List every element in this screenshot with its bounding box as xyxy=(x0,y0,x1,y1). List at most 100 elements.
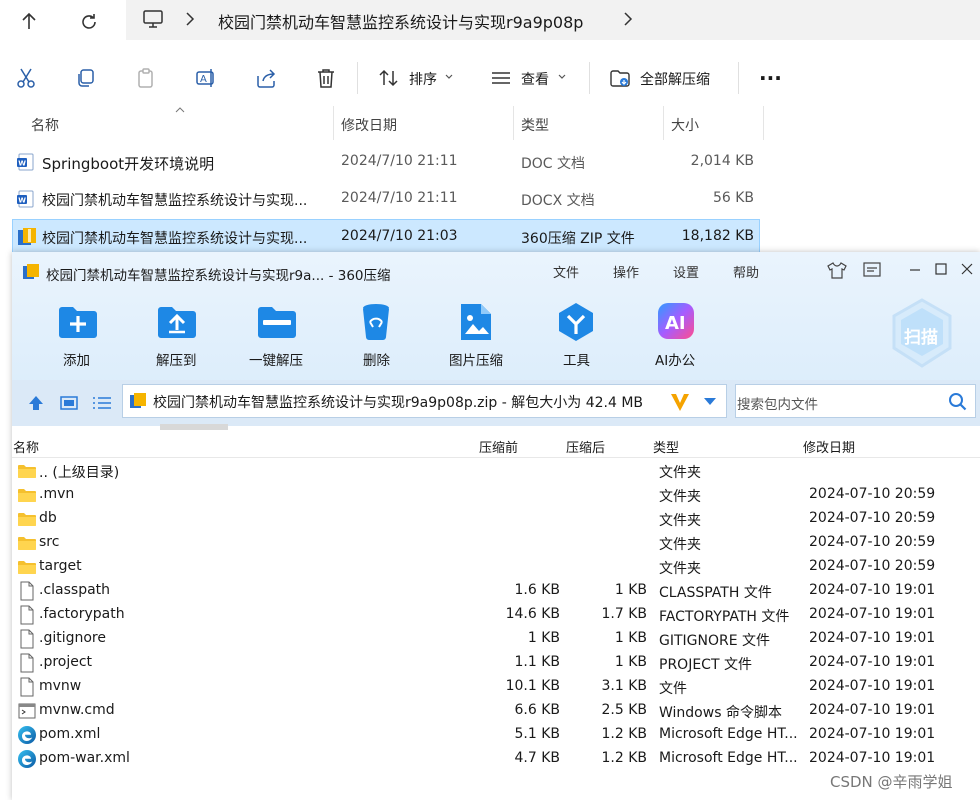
sort-button[interactable]: 排序 xyxy=(409,69,437,89)
menu-file[interactable]: 文件 xyxy=(553,262,579,281)
column-header-type[interactable]: 类型 xyxy=(521,115,549,135)
column-header-name[interactable]: 名称 xyxy=(13,437,39,456)
chevron-down-icon[interactable] xyxy=(444,72,454,82)
column-header-date[interactable]: 修改日期 xyxy=(341,115,397,135)
share-icon[interactable] xyxy=(255,67,277,89)
extract-to-icon[interactable] xyxy=(155,300,199,344)
one-click-extract-icon[interactable] xyxy=(255,300,299,344)
tools-icon[interactable] xyxy=(554,300,598,344)
entry-name: mvnw.cmd xyxy=(39,702,115,718)
chevron-right-icon[interactable] xyxy=(622,10,634,28)
breadcrumb-folder[interactable]: 校园门禁机动车智慧监控系统设计与实现r9a9p08p xyxy=(218,9,583,33)
archive-row[interactable]: mvnw.cmd 6.6 KB 2.5 KB Windows 命令脚本 2024-07-… xyxy=(12,699,980,723)
file-date: 2024/7/10 21:11 xyxy=(341,190,458,206)
archive-row[interactable]: .gitignore 1 KB 1 KB GITIGNORE 文件 2024-07-10… xyxy=(12,627,980,651)
column-divider[interactable] xyxy=(513,106,514,140)
file-name: 校园门禁机动车智慧监控系统设计与实现... xyxy=(42,231,308,247)
menu-settings[interactable]: 设置 xyxy=(673,262,699,281)
ai-office-icon[interactable]: AI xyxy=(654,300,698,344)
sort-icon[interactable] xyxy=(378,67,400,89)
file-size: 56 KB xyxy=(712,190,754,206)
extract-to-button[interactable]: 解压到 xyxy=(156,349,197,369)
search-field[interactable]: 搜索包内文件 xyxy=(735,384,976,418)
chevron-down-icon[interactable] xyxy=(557,72,567,82)
column-header-compressed-after[interactable]: 压缩后 xyxy=(566,437,605,456)
cut-icon[interactable] xyxy=(15,67,37,89)
minimize-icon[interactable] xyxy=(908,262,922,276)
file-icon xyxy=(17,605,37,625)
horizontal-scroll-thumb[interactable] xyxy=(160,424,228,430)
column-header-type[interactable]: 类型 xyxy=(653,437,679,456)
close-icon[interactable] xyxy=(960,262,974,276)
archive-row[interactable]: pom.xml 5.1 KB 1.2 KB Microsoft Edge HT... 2… xyxy=(12,723,980,747)
column-header-size[interactable]: 大小 xyxy=(671,115,699,135)
entry-type: FACTORYPATH 文件 xyxy=(659,609,790,625)
list-view-icon[interactable] xyxy=(92,394,112,412)
app-logo-icon xyxy=(22,263,40,281)
column-header-compressed-before[interactable]: 压缩前 xyxy=(479,437,518,456)
up-arrow-icon[interactable] xyxy=(14,8,44,36)
delete-archive-icon[interactable] xyxy=(354,300,398,344)
scan-shield-icon[interactable]: 扫描 xyxy=(882,294,962,374)
zip-archive-icon xyxy=(17,227,37,247)
feedback-icon[interactable] xyxy=(863,262,881,278)
archive-row[interactable]: src 文件夹 2024-07-10 20:59 xyxy=(12,531,980,555)
view-button[interactable]: 查看 xyxy=(521,69,549,89)
maximize-icon[interactable] xyxy=(934,262,948,276)
delete-icon[interactable] xyxy=(315,67,337,89)
v-logo-icon[interactable] xyxy=(669,391,691,413)
dropdown-triangle-icon[interactable] xyxy=(703,397,717,407)
zip-window-header: 校园门禁机动车智慧监控系统设计与实现r9a... - 360压缩 文件 操作 设… xyxy=(12,252,980,388)
rename-icon[interactable]: A xyxy=(195,67,217,89)
archive-row[interactable]: .factorypath 14.6 KB 1.7 KB FACTORYPATH 文件 2… xyxy=(12,603,980,627)
archive-row[interactable]: db 文件夹 2024-07-10 20:59 xyxy=(12,507,980,531)
archive-path-field[interactable]: 校园门禁机动车智慧监控系统设计与实现r9a9p08p.zip - 解包大小为 4… xyxy=(122,384,727,418)
chevron-right-icon[interactable] xyxy=(184,10,196,28)
column-header-date[interactable]: 修改日期 xyxy=(803,437,855,456)
path-box[interactable]: 校园门禁机动车智慧监控系统设计与实现r9a9p08p xyxy=(126,0,980,40)
column-divider[interactable] xyxy=(663,106,664,140)
add-button[interactable]: 添加 xyxy=(63,349,90,369)
image-compress-button[interactable]: 图片压缩 xyxy=(449,349,503,369)
column-divider[interactable] xyxy=(333,106,334,140)
archive-row[interactable]: .mvn 文件夹 2024-07-10 20:59 xyxy=(12,483,980,507)
archive-row[interactable]: pom-war.xml 4.7 KB 1.2 KB Microsoft Edge HT… xyxy=(12,747,980,771)
delete-button[interactable]: 删除 xyxy=(363,349,390,369)
copy-icon[interactable] xyxy=(75,67,97,89)
more-options-button[interactable]: ... xyxy=(759,61,782,85)
archive-row[interactable]: .project 1.1 KB 1 KB PROJECT 文件 2024-07-10 1… xyxy=(12,651,980,675)
image-compress-icon[interactable] xyxy=(453,300,497,344)
archive-row[interactable]: .classpath 1.6 KB 1 KB CLASSPATH 文件 2024-07-… xyxy=(12,579,980,603)
entry-date: 2024-07-10 20:59 xyxy=(809,558,936,574)
parent-directory-row[interactable]: .. (上级目录) 文件夹 xyxy=(12,459,980,483)
refresh-icon[interactable] xyxy=(74,8,104,36)
file-name: Springboot开发环境说明 xyxy=(42,155,215,173)
skin-icon[interactable] xyxy=(827,261,847,279)
size-after: 3.1 KB xyxy=(601,678,648,694)
size-after: 1 KB xyxy=(614,630,647,646)
file-row[interactable]: W Springboot开发环境说明 2024/7/10 21:11 DOC 文… xyxy=(12,145,760,179)
file-row-selected[interactable]: 校园门禁机动车智慧监控系统设计与实现... 2024/7/10 21:03 36… xyxy=(12,219,760,253)
entry-date: 2024-07-10 19:01 xyxy=(809,702,936,718)
entry-date: 2024-07-10 19:01 xyxy=(809,678,936,694)
archive-row[interactable]: target 文件夹 2024-07-10 20:59 xyxy=(12,555,980,579)
menu-help[interactable]: 帮助 xyxy=(733,262,759,281)
entry-type: 文件夹 xyxy=(659,513,701,529)
up-level-icon[interactable] xyxy=(27,394,45,412)
extract-all-icon[interactable] xyxy=(609,67,631,89)
column-divider[interactable] xyxy=(763,106,764,140)
view-icon[interactable] xyxy=(490,67,512,89)
column-header-name[interactable]: 名称 xyxy=(31,115,59,135)
thumbnail-view-icon[interactable] xyxy=(60,394,78,412)
paste-icon[interactable] xyxy=(135,67,157,89)
entry-type: 文件夹 xyxy=(659,489,701,505)
tools-button[interactable]: 工具 xyxy=(563,349,590,369)
archive-row[interactable]: mvnw 10.1 KB 3.1 KB 文件 2024-07-10 19:01 xyxy=(12,675,980,699)
one-click-extract-button[interactable]: 一键解压 xyxy=(249,349,303,369)
search-icon[interactable] xyxy=(948,392,968,412)
extract-all-button[interactable]: 全部解压缩 xyxy=(640,69,710,89)
add-icon[interactable] xyxy=(56,300,100,344)
file-row[interactable]: W 校园门禁机动车智慧监控系统设计与实现... 2024/7/10 21:11 … xyxy=(12,182,760,216)
ai-office-button[interactable]: AI办公 xyxy=(655,349,695,369)
menu-operation[interactable]: 操作 xyxy=(613,262,639,281)
